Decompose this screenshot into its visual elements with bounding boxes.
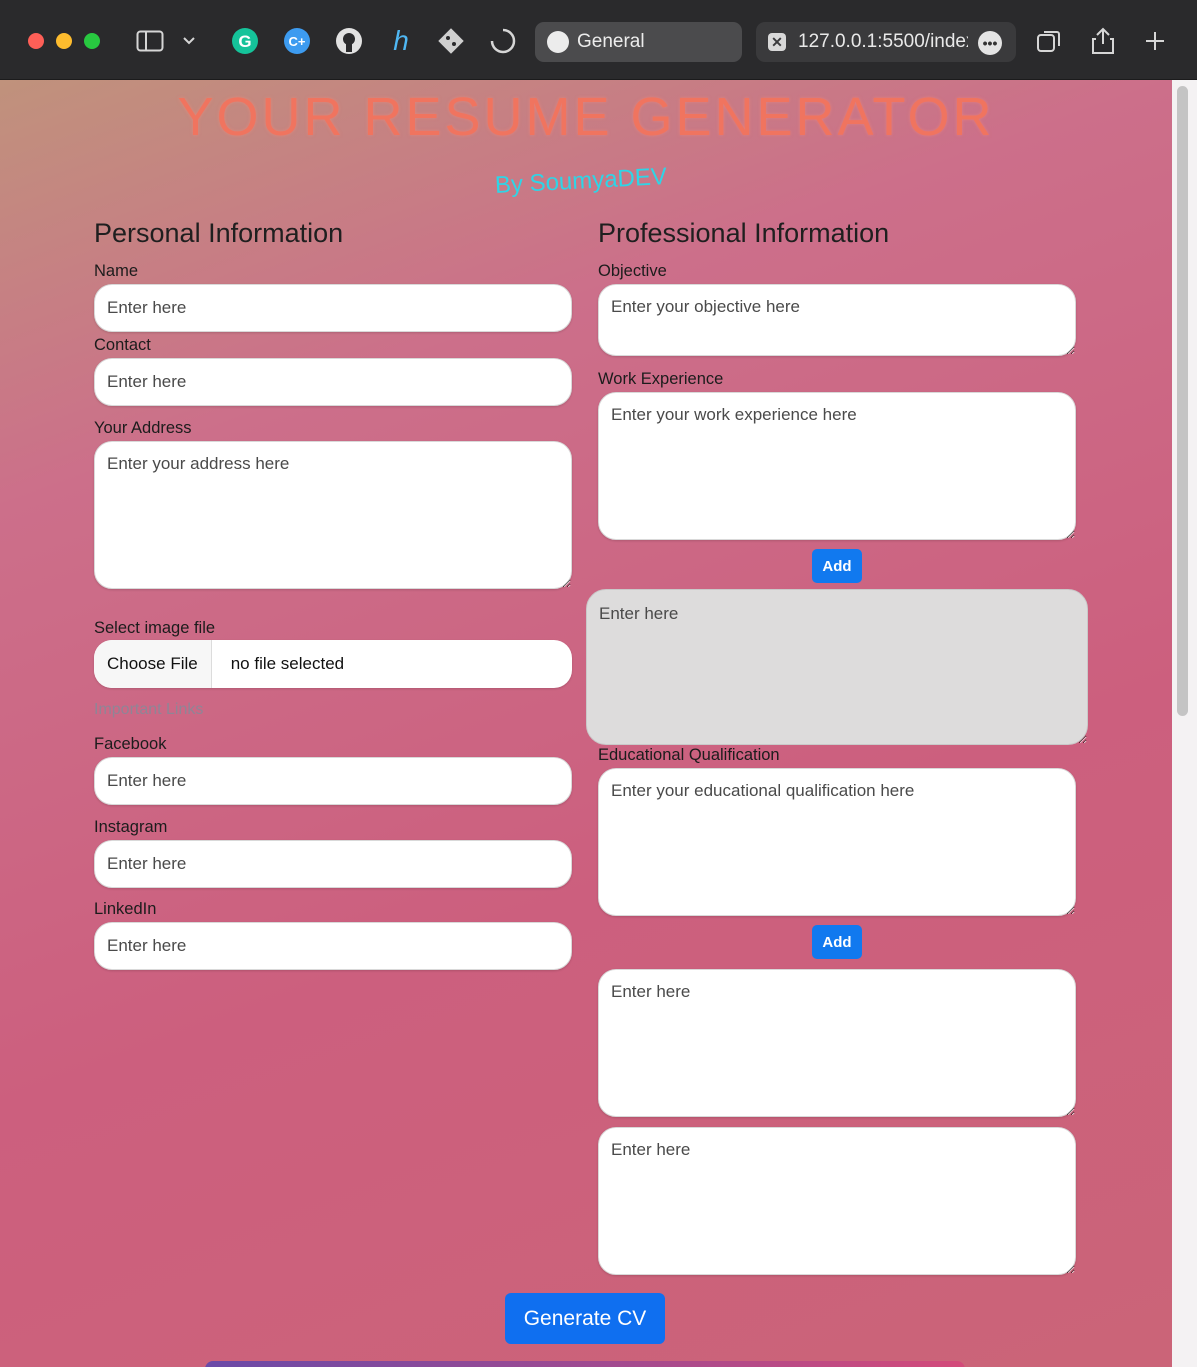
scrollbar-thumb[interactable] — [1177, 86, 1188, 716]
address-textarea[interactable] — [94, 441, 572, 589]
page-title: YOUR RESUME GENERATOR — [177, 87, 995, 147]
education-label: Educational Qualification — [598, 746, 780, 764]
add-education-button[interactable]: Add — [812, 925, 862, 959]
objective-label: Objective — [598, 262, 667, 280]
address-label: Your Address — [94, 419, 192, 437]
author-byline: By SoumyaDEV — [494, 163, 668, 199]
github-extension-icon[interactable] — [334, 26, 364, 56]
cplus-extension-icon[interactable]: C+ — [282, 26, 312, 56]
name-input[interactable] — [94, 284, 572, 332]
grammarly-extension-icon[interactable]: G — [230, 26, 260, 56]
personal-info-heading: Personal Information — [94, 218, 344, 248]
svg-text:C+: C+ — [289, 34, 306, 49]
new-tab-icon[interactable] — [1140, 26, 1170, 56]
linkedin-input[interactable] — [94, 922, 572, 970]
tab-localhost[interactable]: ✕ 127.0.0.1:5500/index.html ••• — [756, 22, 1016, 62]
image-file-label: Select image file — [94, 619, 216, 637]
linkedin-label: LinkedIn — [94, 900, 157, 918]
image-file-input[interactable]: Choose File no file selected — [94, 640, 572, 688]
contact-input[interactable] — [94, 358, 572, 406]
tab-general[interactable]: General — [535, 22, 742, 62]
objective-textarea[interactable] — [598, 284, 1076, 356]
vertical-scrollbar[interactable] — [1172, 80, 1197, 1367]
zoom-window-button[interactable] — [84, 33, 100, 49]
important-links-heading: Important Links — [94, 701, 204, 718]
choose-file-button[interactable]: Choose File — [94, 640, 212, 688]
share-icon[interactable] — [1088, 26, 1118, 56]
github-icon — [547, 31, 569, 53]
facebook-label: Facebook — [94, 735, 167, 753]
svg-text:G: G — [238, 32, 251, 51]
minimize-window-button[interactable] — [56, 33, 72, 49]
extra-education-textarea[interactable] — [598, 1127, 1076, 1275]
tab-url-label: 127.0.0.1:5500/index.html — [798, 31, 968, 52]
work-experience-label: Work Experience — [598, 370, 724, 388]
education-textarea[interactable] — [598, 768, 1076, 916]
extra-education-textarea[interactable] — [598, 969, 1076, 1117]
file-status-text: no file selected — [230, 654, 345, 673]
loading-spinner-icon[interactable] — [488, 26, 518, 56]
close-window-button[interactable] — [28, 33, 44, 49]
git-extension-icon[interactable] — [436, 26, 466, 56]
chevron-down-icon[interactable] — [174, 26, 204, 56]
generate-cv-button[interactable]: Generate CV — [505, 1293, 665, 1344]
name-label: Name — [94, 262, 139, 280]
more-options-icon[interactable]: ••• — [978, 31, 1002, 55]
add-work-button[interactable]: Add — [812, 549, 862, 583]
instagram-label: Instagram — [94, 818, 168, 836]
hashnode-extension-icon[interactable]: h — [386, 25, 416, 56]
page-content: YOUR RESUME GENERATOR By SoumyaDEV Perso… — [0, 80, 1172, 1367]
work-experience-textarea[interactable] — [598, 392, 1076, 540]
professional-info-heading: Professional Information — [598, 218, 890, 248]
tab-label: General — [577, 31, 645, 52]
close-tab-icon[interactable]: ✕ — [768, 33, 786, 51]
instagram-input[interactable] — [94, 840, 572, 888]
page-footer-strip — [205, 1361, 965, 1367]
tabs-overview-icon[interactable] — [1034, 26, 1064, 56]
contact-label: Contact — [94, 336, 151, 354]
browser-toolbar: G C+ h General ✕ 127.0.0.1:5500/index.ht… — [0, 0, 1197, 80]
sidebar-icon[interactable] — [135, 26, 165, 56]
facebook-input[interactable] — [94, 757, 572, 805]
extra-work-textarea[interactable] — [586, 589, 1088, 745]
